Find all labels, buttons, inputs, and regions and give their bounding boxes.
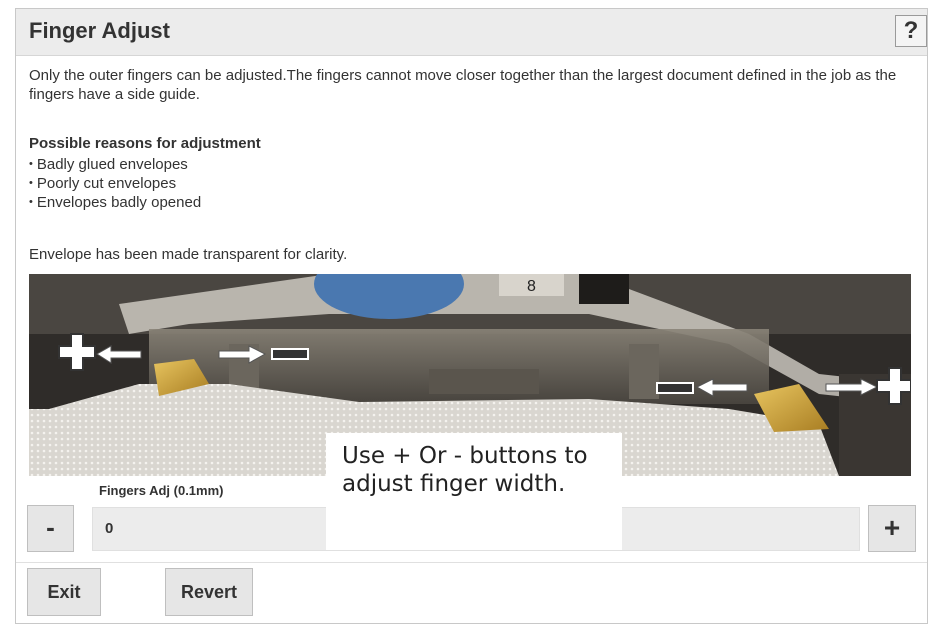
increase-button[interactable]: +: [868, 505, 916, 552]
finger-adjust-panel: Finger Adjust ? Only the outer fingers c…: [15, 8, 928, 624]
reasons-list: Badly glued envelopes Poorly cut envelop…: [29, 155, 201, 212]
instruction-tooltip: Use + Or - buttons to adjust finger widt…: [326, 433, 622, 550]
decrease-button[interactable]: -: [27, 505, 74, 552]
page-title: Finger Adjust: [29, 18, 170, 43]
list-item: Envelopes badly opened: [29, 193, 201, 212]
help-button[interactable]: ?: [895, 15, 927, 47]
minus-bar-icon: [656, 382, 694, 394]
revert-button[interactable]: Revert: [165, 568, 253, 616]
fingers-adj-label: Fingers Adj (0.1mm): [99, 483, 224, 498]
divider: [16, 562, 927, 563]
list-item: Badly glued envelopes: [29, 155, 201, 174]
minus-bar-icon: [271, 348, 309, 360]
list-item: Poorly cut envelopes: [29, 174, 201, 193]
title-bar: Finger Adjust ?: [16, 9, 927, 56]
part-label: 8: [527, 278, 536, 295]
description-text: Only the outer fingers can be adjusted.T…: [29, 67, 897, 103]
transparency-note: Envelope has been made transparent for c…: [29, 246, 348, 263]
exit-button[interactable]: Exit: [27, 568, 101, 616]
reasons-heading: Possible reasons for adjustment: [29, 135, 261, 152]
